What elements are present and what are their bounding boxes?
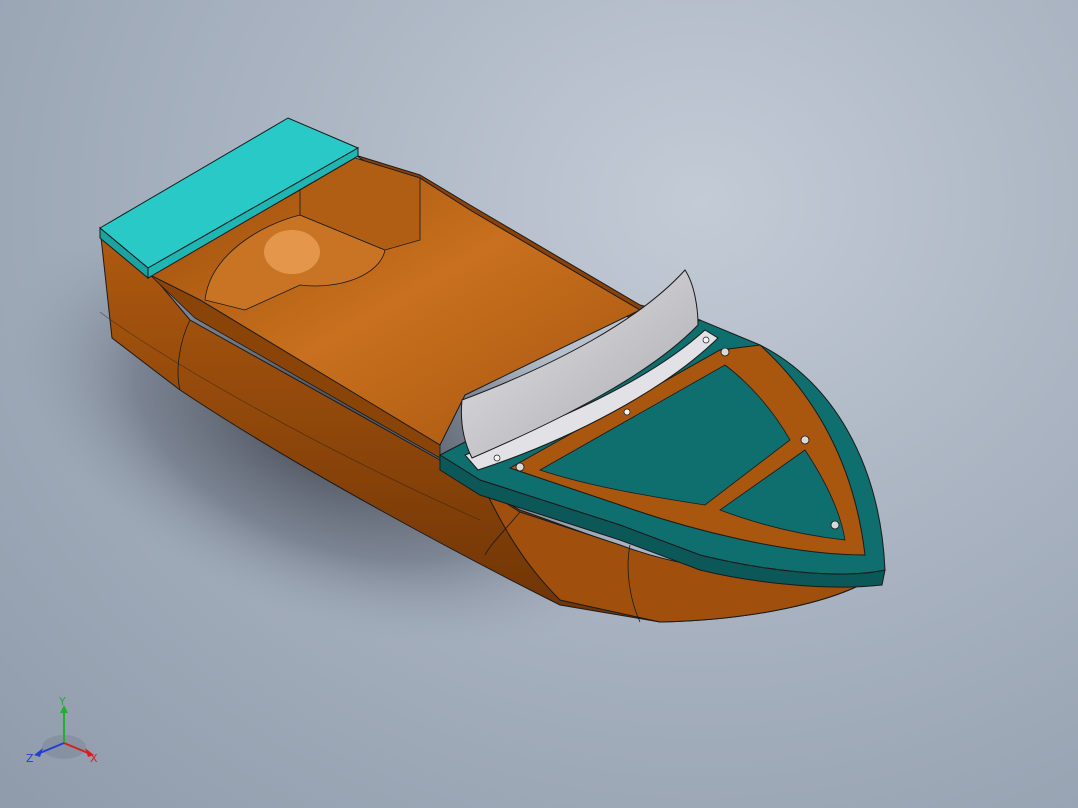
z-axis-label: Z bbox=[26, 752, 34, 765]
seat-highlight bbox=[264, 230, 320, 274]
boat-model[interactable] bbox=[0, 0, 1078, 808]
screw bbox=[702, 336, 710, 344]
screw bbox=[720, 347, 730, 357]
y-axis-label: Y bbox=[58, 695, 66, 708]
screw bbox=[830, 520, 840, 530]
3d-viewport[interactable]: Y X Z bbox=[0, 0, 1078, 808]
coordinate-triad[interactable]: Y X Z bbox=[22, 695, 112, 785]
screw bbox=[515, 462, 525, 472]
x-axis-label: X bbox=[90, 752, 98, 765]
screw bbox=[623, 408, 631, 416]
screw bbox=[493, 454, 501, 462]
screw bbox=[800, 435, 810, 445]
